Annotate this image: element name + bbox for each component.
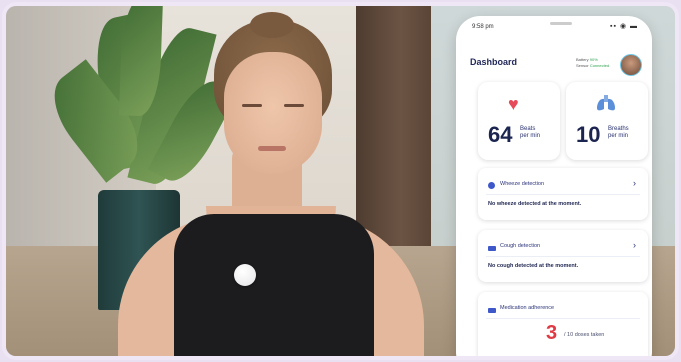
phone-notch: [550, 22, 572, 25]
wheeze-detection-card[interactable]: Wheeze detection › No wheeze detected at…: [478, 168, 648, 220]
heart-rate-card[interactable]: ♥ 64 Beats per min: [478, 82, 560, 160]
unit-line: Beats: [520, 126, 536, 132]
doses-label: / 10 doses taken: [564, 332, 605, 338]
unit-line: per min: [608, 133, 629, 139]
battery-value: 90%: [589, 57, 598, 62]
medication-icon: [488, 308, 496, 313]
sensor-status: Connected: [589, 63, 610, 68]
divider: [486, 194, 640, 195]
dashboard-header: Dashboard Battery 90% Sensor Connected: [470, 54, 642, 78]
unit-line: per min: [520, 133, 541, 139]
breathing-rate-card[interactable]: 10 Breaths per min: [566, 82, 648, 160]
person-face: [224, 52, 322, 174]
cough-detection-card[interactable]: Cough detection › No cough detected at t…: [478, 230, 648, 282]
battery-label: Battery: [576, 57, 589, 62]
card-title: Cough detection: [500, 243, 541, 249]
sensor-label: Sensor: [576, 63, 589, 68]
cough-icon: [488, 246, 496, 251]
chevron-right-icon[interactable]: ›: [633, 178, 636, 188]
person-hair-bun: [250, 12, 294, 38]
lungs-icon: [596, 94, 616, 117]
status-icons: ▪▪ ◉ ▬: [610, 23, 638, 30]
person-mouth: [258, 146, 286, 151]
card-status-text: No cough detected at the moment.: [488, 263, 579, 269]
closed-eye: [242, 104, 262, 107]
unit-line: Breaths: [608, 126, 629, 132]
closed-eye: [284, 104, 304, 107]
card-title: Medication adherence: [500, 305, 555, 311]
breathing-rate-unit: Breaths per min: [608, 126, 629, 140]
card-status-text: No wheeze detected at the moment.: [488, 201, 582, 207]
status-time: 9:58 pm: [472, 24, 494, 30]
wearable-sensor: [234, 264, 256, 286]
divider: [486, 318, 640, 319]
page-title: Dashboard: [470, 57, 518, 67]
screenshot-frame: 9:58 pm ▪▪ ◉ ▬ Dashboard Battery 90% Sen…: [6, 6, 675, 356]
divider: [486, 256, 640, 257]
doses-taken-count: 3: [546, 322, 558, 344]
avatar[interactable]: [620, 54, 642, 76]
card-title: Wheeze detection: [500, 181, 545, 187]
heart-rate-value: 64: [488, 122, 513, 147]
wheeze-icon: [488, 182, 495, 189]
heart-icon: ♥: [508, 94, 519, 114]
status-bar: 9:58 pm ▪▪ ◉ ▬: [456, 16, 652, 38]
device-status: Battery 90% Sensor Connected: [576, 57, 609, 69]
chevron-right-icon[interactable]: ›: [633, 240, 636, 250]
breathing-rate-value: 10: [576, 122, 601, 147]
heart-rate-unit: Beats per min: [520, 126, 540, 140]
medication-adherence-card[interactable]: Medication adherence 3 / 10 doses taken: [478, 292, 648, 356]
phone-app-screen: 9:58 pm ▪▪ ◉ ▬ Dashboard Battery 90% Sen…: [456, 16, 652, 356]
person-tank-top: [174, 214, 374, 356]
